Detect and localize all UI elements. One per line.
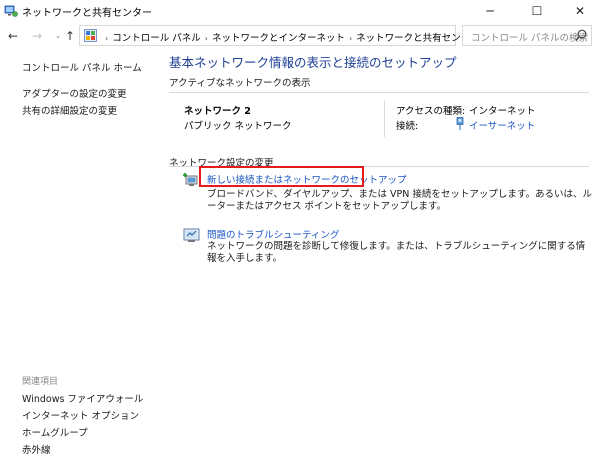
network-divider — [384, 100, 385, 137]
maximize-button[interactable]: ☐ — [515, 0, 559, 22]
navigation-bar: ← → ⌄ ↑ › コントロール パネル › ネットワークとインターネット › ネットワー… — [0, 22, 600, 50]
window-title: ネットワークと共有センター — [22, 8, 152, 19]
address-bar[interactable]: › コントロール パネル › ネットワークとインターネット › ネットワークと共有センター… — [79, 25, 528, 46]
troubleshoot-description: ネットワークの問題を診断して修復します。または、トラブルシューティングに関する情… — [207, 241, 586, 264]
related-header: 関連項目 — [22, 377, 59, 387]
forward-button[interactable]: → — [30, 28, 44, 44]
access-type-label: アクセスの種類: — [396, 106, 466, 117]
search-placeholder: コントロール パネルの検索 — [471, 33, 589, 44]
highlight-box — [199, 166, 364, 187]
breadcrumb-separator[interactable]: › — [349, 34, 352, 43]
title-bar: ネットワークと共有センター ─ ☐ ✕ — [0, 0, 600, 22]
sidebar-item-internet-options[interactable]: インターネット オプション — [22, 408, 139, 422]
breadcrumb: › コントロール パネル › ネットワークとインターネット › ネットワークと共有センター — [101, 30, 480, 44]
sidebar-item-advanced-sharing[interactable]: 共有の詳細設定の変更 — [22, 103, 117, 117]
sidebar-item-infrared[interactable]: 赤外線 — [22, 442, 51, 456]
new-connection-icon — [183, 173, 198, 186]
back-button[interactable]: ← — [6, 28, 20, 44]
breadcrumb-control-panel[interactable]: コントロール パネル — [112, 33, 201, 44]
breadcrumb-separator[interactable]: › — [205, 34, 208, 43]
network-center-icon — [4, 5, 18, 17]
access-type-value: インターネット — [469, 106, 536, 117]
connections-label: 接続: — [396, 121, 419, 132]
sidebar-item-windows-firewall[interactable]: Windows ファイアウォール — [22, 391, 143, 405]
sidebar-item-adapter-settings[interactable]: アダプターの設定の変更 — [22, 86, 127, 100]
network-type: パブリック ネットワーク — [184, 121, 292, 132]
network-name: ネットワーク 2 — [184, 106, 251, 117]
minimize-button[interactable]: ─ — [468, 0, 512, 22]
up-button[interactable]: ↑ — [63, 28, 77, 44]
sidebar-item-homegroup[interactable]: ホームグループ — [22, 425, 88, 439]
search-input[interactable]: コントロール パネルの検索 — [462, 25, 592, 46]
breadcrumb-network-internet[interactable]: ネットワークとインターネット — [212, 33, 345, 44]
control-panel-icon — [84, 29, 97, 42]
troubleshoot-link[interactable]: 問題のトラブルシューティング — [207, 227, 339, 241]
close-button[interactable]: ✕ — [558, 0, 600, 22]
troubleshoot-icon — [183, 228, 200, 242]
section-divider — [169, 92, 589, 93]
search-icon[interactable] — [575, 29, 587, 42]
breadcrumb-separator: › — [105, 34, 109, 43]
ethernet-icon — [456, 117, 464, 130]
page-title: 基本ネットワーク情報の表示と接続のセットアップ — [169, 55, 457, 70]
sidebar: コントロール パネル ホーム アダプターの設定の変更 共有の詳細設定の変更 関連… — [0, 50, 155, 470]
new-connection-description: ブロードバンド、ダイヤルアップ、または VPN 接続をセットアップします。あるい… — [207, 189, 592, 212]
active-networks-label: アクティブなネットワークの表示 — [169, 78, 311, 89]
sidebar-item-control-panel-home[interactable]: コントロール パネル ホーム — [22, 60, 142, 74]
ethernet-link[interactable]: イーサーネット — [469, 118, 535, 132]
